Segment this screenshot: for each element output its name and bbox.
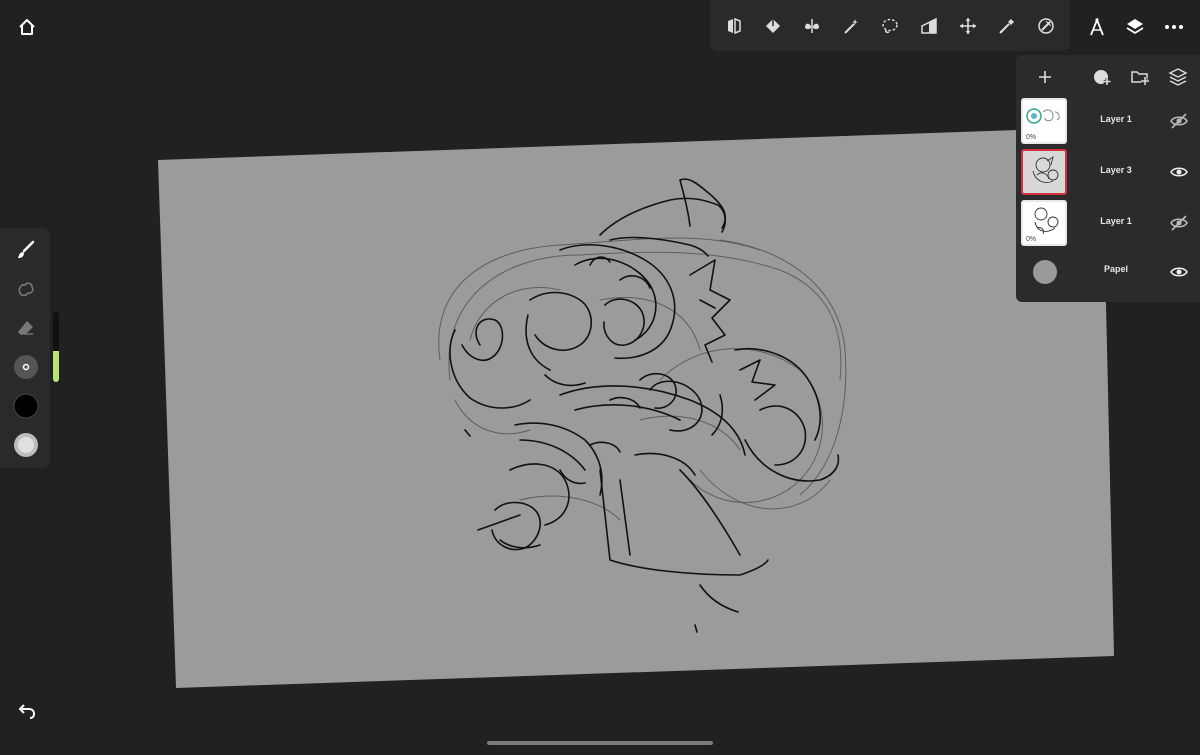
layer-row-1[interactable]: 0% Layer 1 — [1016, 96, 1200, 147]
add-folder-icon[interactable] — [1126, 63, 1154, 91]
layer-row-2[interactable]: Layer 3 — [1016, 147, 1200, 198]
layer-row-3[interactable]: 0% Layer 1 — [1016, 198, 1200, 249]
symmetry-icon[interactable] — [796, 9, 828, 43]
fill-icon[interactable] — [757, 9, 789, 43]
perspective-icon[interactable] — [913, 9, 945, 43]
brush-size-slider[interactable] — [53, 312, 59, 382]
eyedropper-icon[interactable] — [991, 9, 1023, 43]
more-icon[interactable] — [1157, 10, 1191, 44]
smudge-icon[interactable] — [8, 272, 44, 306]
layer-name: Layer 3 — [1100, 165, 1132, 175]
add-layer-icon[interactable] — [1031, 63, 1059, 91]
secondary-color-swatch[interactable] — [8, 428, 44, 462]
layer-options-icon[interactable] — [1164, 63, 1192, 91]
layer-name: Layer 1 — [1100, 216, 1132, 226]
brush-size-fill — [53, 350, 59, 382]
eraser-icon[interactable] — [8, 311, 44, 345]
undo-icon[interactable] — [10, 695, 44, 729]
mirror-icon[interactable] — [718, 9, 750, 43]
home-indicator[interactable] — [487, 741, 713, 745]
layer-thumbnail: 0% — [1021, 200, 1067, 246]
visibility-hidden-icon[interactable] — [1166, 210, 1192, 236]
primary-color-swatch[interactable] — [8, 389, 44, 423]
home-icon[interactable] — [10, 10, 44, 44]
brush-size-icon[interactable] — [8, 350, 44, 384]
move-icon[interactable] — [952, 9, 984, 43]
layer-name: Layer 1 — [1100, 114, 1132, 124]
ruler-icon[interactable] — [1080, 10, 1114, 44]
magic-wand-icon[interactable] — [835, 9, 867, 43]
visibility-icon[interactable] — [1166, 259, 1192, 285]
add-group-icon[interactable] — [1088, 63, 1116, 91]
lasso-select-icon[interactable] — [874, 9, 906, 43]
visibility-icon[interactable] — [1166, 159, 1192, 185]
layer-opacity: 0% — [1026, 134, 1037, 141]
layer-thumbnail: 0% — [1021, 98, 1067, 144]
visibility-hidden-icon[interactable] — [1166, 108, 1192, 134]
layers-icon[interactable] — [1118, 10, 1152, 44]
top-toolbar — [710, 0, 1070, 51]
layer-opacity: 0% — [1026, 236, 1037, 243]
left-toolbar — [0, 228, 50, 468]
brush-library-icon[interactable] — [1030, 9, 1062, 43]
layers-panel: 0% Layer 1 Layer 3 0% Layer 1 Papel — [1016, 55, 1200, 302]
layer-thumbnail — [1021, 149, 1067, 195]
brush-icon[interactable] — [8, 233, 44, 267]
layer-row-paper[interactable]: Papel — [1016, 252, 1200, 303]
layer-name: Papel — [1103, 264, 1128, 274]
paper-color-swatch[interactable] — [1033, 260, 1057, 284]
